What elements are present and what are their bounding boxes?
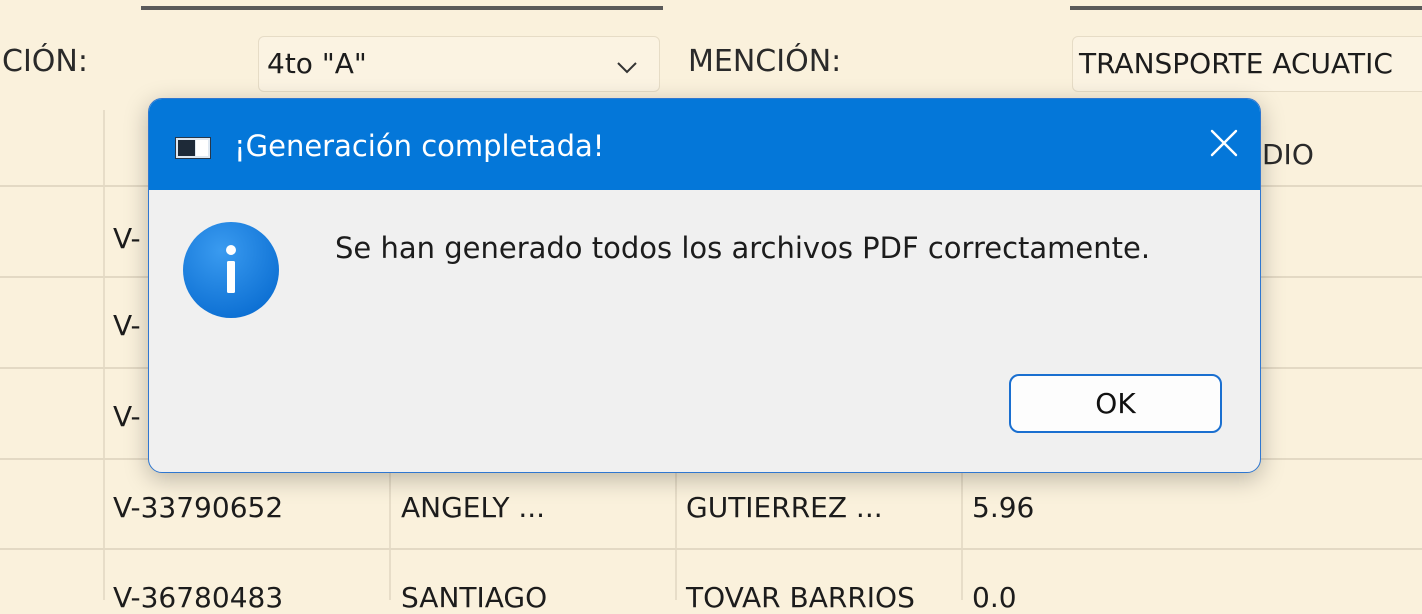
- top-underline-left: [141, 6, 663, 10]
- table-cell-id: V-36780483: [113, 581, 284, 614]
- close-button[interactable]: [1194, 117, 1254, 169]
- table-cell-id: V-33790652: [113, 491, 284, 524]
- mention-label: MENCIÓN:: [688, 44, 842, 79]
- dialog-title: ¡Generación completada!: [234, 129, 605, 163]
- dialog-message: Se han generado todos los archivos PDF c…: [335, 231, 1151, 265]
- table-cell-id: V-: [113, 222, 141, 255]
- column-divider: [103, 110, 105, 600]
- section-combobox-value: 4to "A": [267, 47, 367, 80]
- section-label: CIÓN:: [2, 44, 88, 79]
- mention-field[interactable]: TRANSPORTE ACUATIC: [1072, 36, 1422, 92]
- table-cell-name: SANTIAGO: [401, 581, 548, 614]
- mention-value: TRANSPORTE ACUATIC: [1079, 47, 1393, 80]
- message-dialog: ¡Generación completada! Se han generado …: [148, 98, 1261, 473]
- info-icon: [182, 221, 280, 323]
- ok-button[interactable]: OK: [1009, 374, 1222, 433]
- table-cell-name: ANGELY ...: [401, 491, 546, 524]
- column-header-average: DIO: [1262, 138, 1314, 171]
- table-cell-average: 0.0: [972, 581, 1017, 614]
- row-divider: [0, 548, 1422, 550]
- close-icon: [1210, 129, 1238, 157]
- window-app-icon: [175, 137, 211, 163]
- top-underline-right: [1070, 6, 1422, 10]
- table-cell-id: V-: [113, 400, 141, 433]
- dialog-titlebar[interactable]: ¡Generación completada!: [149, 99, 1260, 190]
- chevron-down-icon[interactable]: [617, 59, 637, 78]
- table-cell-surname: GUTIERREZ ...: [686, 491, 883, 524]
- table-cell-surname: TOVAR BARRIOS: [686, 581, 915, 614]
- table-cell-average: 5.96: [972, 491, 1035, 524]
- section-combobox[interactable]: 4to "A": [258, 36, 660, 92]
- table-cell-id: V-: [113, 309, 141, 342]
